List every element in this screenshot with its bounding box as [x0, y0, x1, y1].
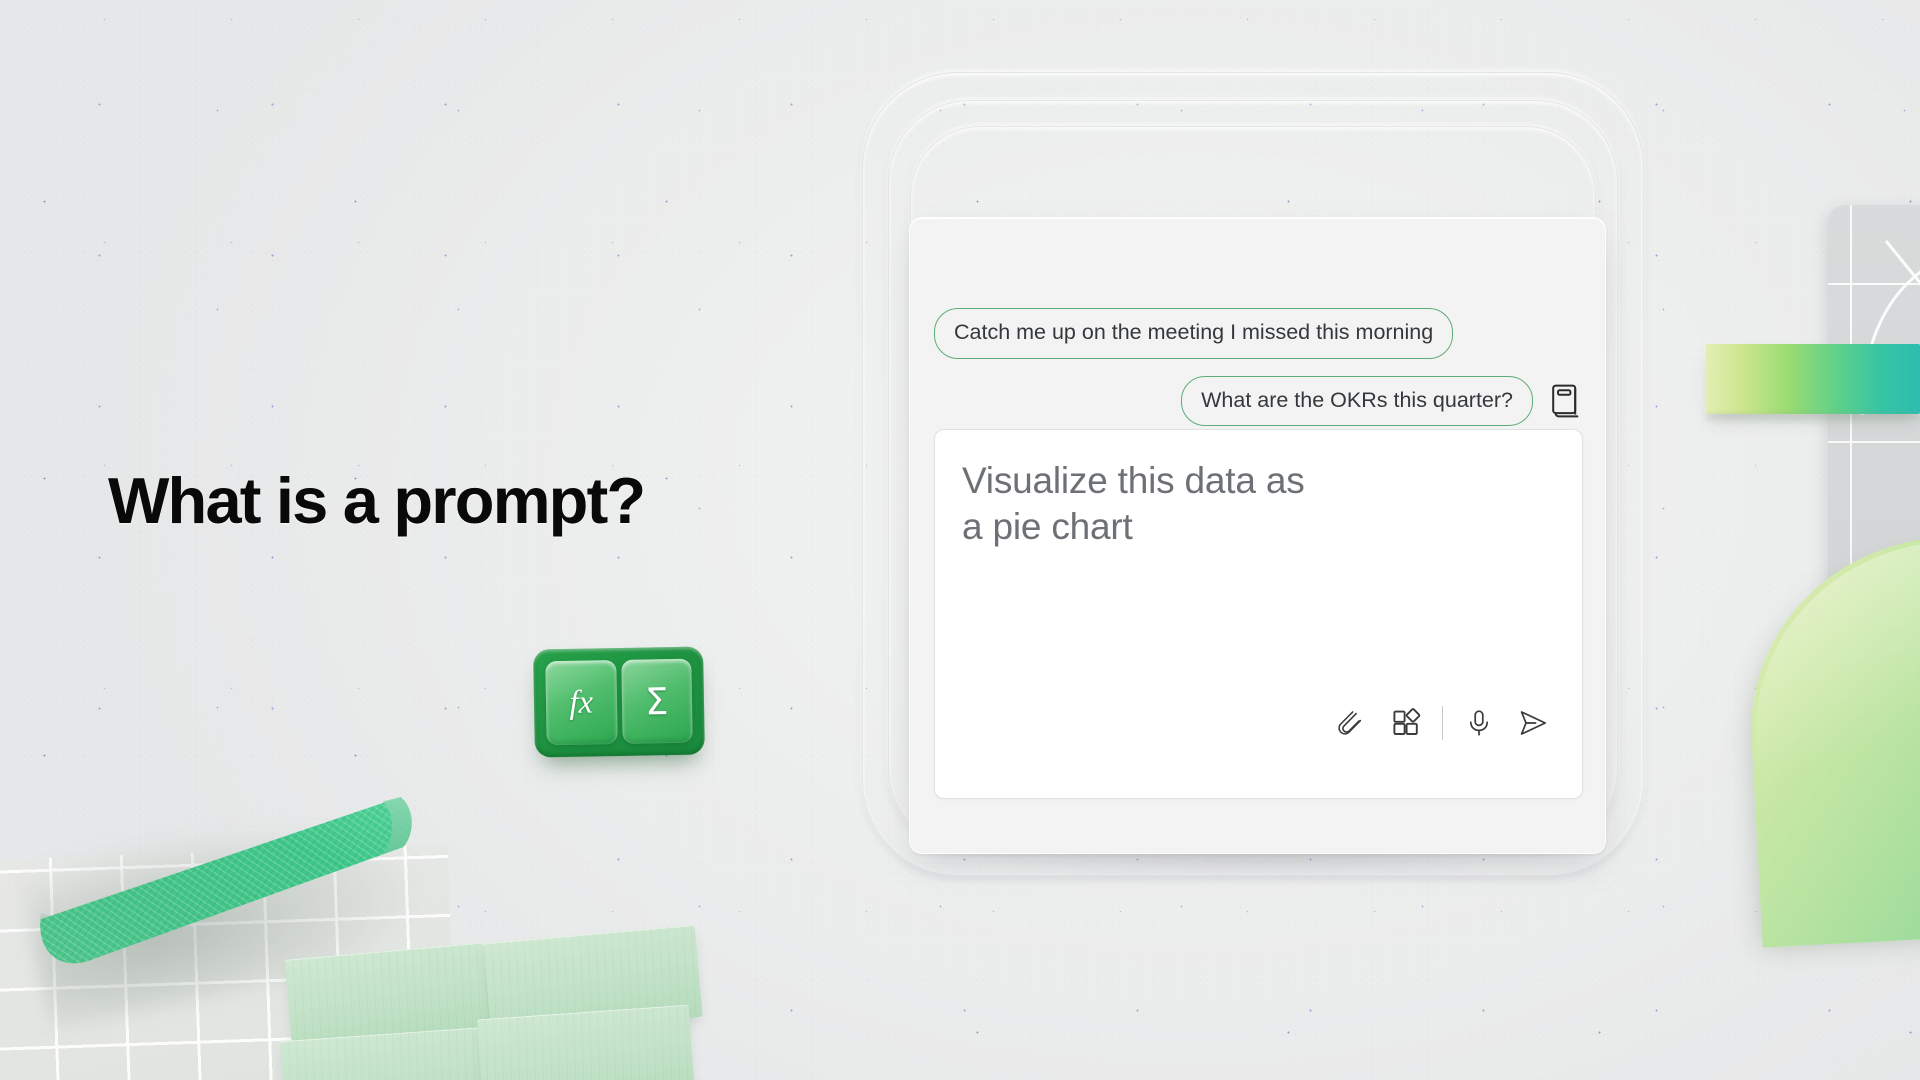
attach-file-button[interactable]	[1325, 700, 1379, 746]
suggestion-chip-catch-me-up[interactable]: Catch me up on the meeting I missed this…	[934, 308, 1454, 359]
formula-key-tray: fx Σ	[533, 646, 705, 758]
suggestion-row: Catch me up on the meeting I missed this…	[934, 308, 1581, 359]
sigma-keycap: Σ	[620, 658, 693, 744]
toolbar-divider	[1442, 706, 1443, 740]
fx-keycap: fx	[545, 660, 618, 746]
copilot-prompt-card: Catch me up on the meeting I missed this…	[909, 217, 1606, 854]
apps-addins-button[interactable]	[1379, 700, 1433, 746]
prompt-input-box[interactable]: Visualize this data as a pie chart	[934, 429, 1583, 799]
scene-background: fx Σ What is a prompt? Catch me up on th…	[0, 0, 1920, 1080]
book-icon[interactable]	[1551, 384, 1581, 418]
rolled-green-paper-cone	[40, 797, 412, 964]
suggestion-chip-okrs[interactable]: What are the OKRs this quarter?	[1181, 375, 1533, 426]
prompt-placeholder: Visualize this data as a pie chart	[962, 458, 1552, 550]
gradient-paper-strip	[1706, 344, 1920, 414]
prompt-toolbar	[1325, 700, 1560, 746]
prompt-placeholder-line-2: a pie chart	[962, 505, 1133, 547]
send-button[interactable]	[1506, 700, 1560, 746]
page-title: What is a prompt?	[108, 464, 646, 537]
paperclip-icon	[1338, 711, 1362, 735]
microphone-icon	[1469, 710, 1489, 736]
prompt-placeholder-line-1: Visualize this data as	[962, 460, 1305, 501]
suggestion-row: What are the OKRs this quarter?	[934, 375, 1581, 426]
suggestion-chip-list: Catch me up on the meeting I missed this…	[910, 218, 1605, 443]
apps-grid-icon	[1393, 708, 1421, 735]
send-icon	[1520, 711, 1547, 735]
dictate-button[interactable]	[1452, 700, 1506, 746]
